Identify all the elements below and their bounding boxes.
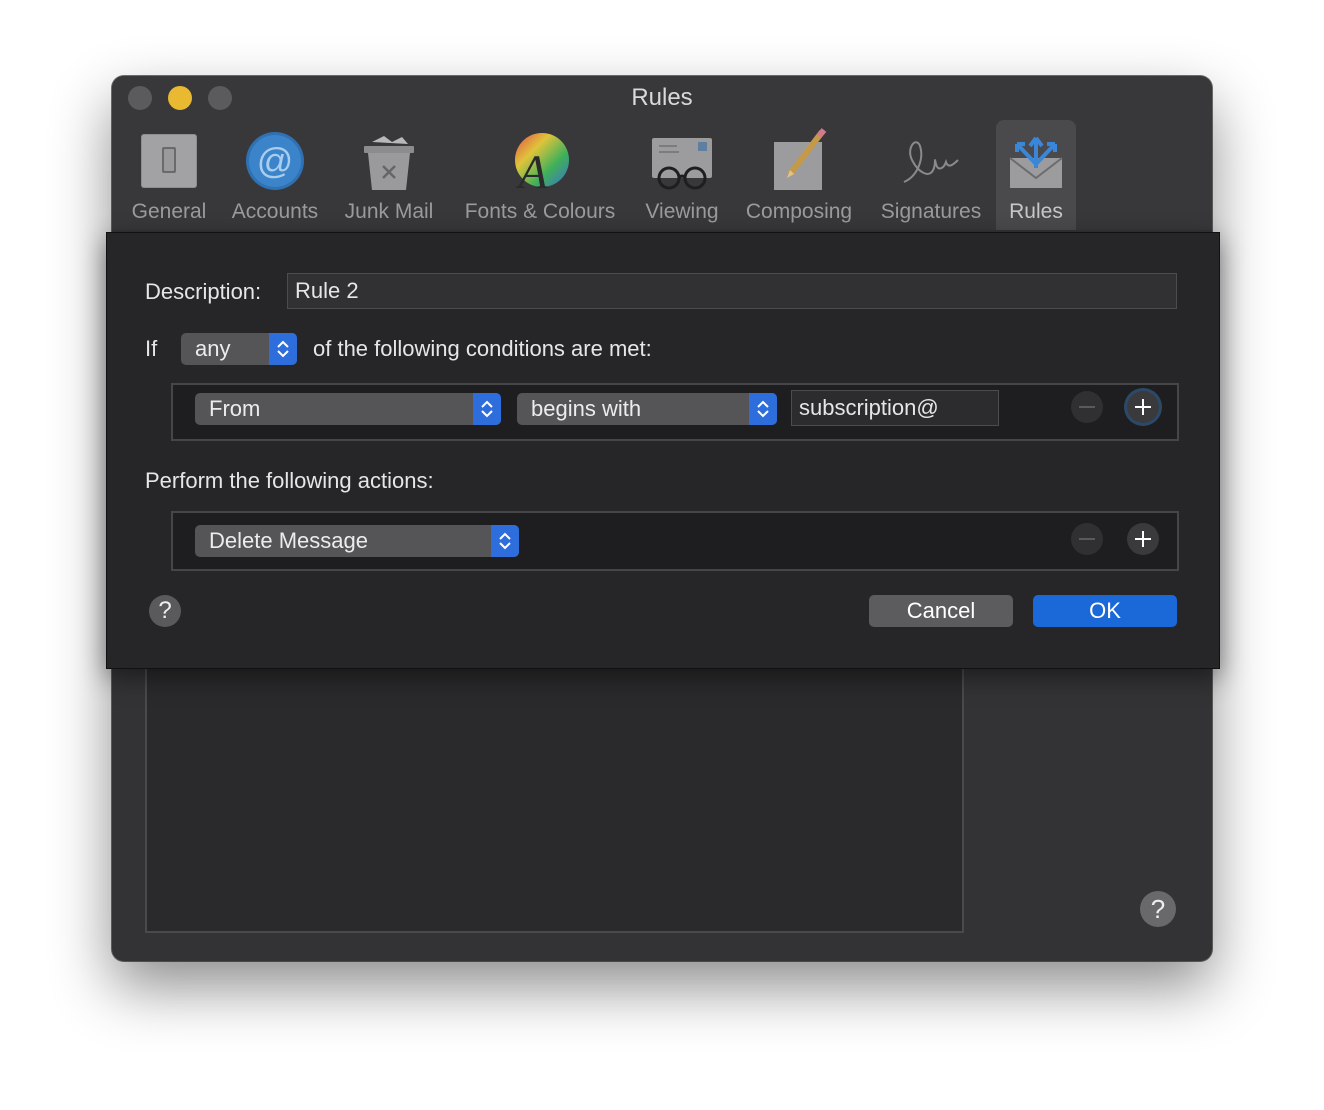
toolbar-accounts[interactable]: @ Accounts — [222, 120, 328, 230]
condition-operator-popup[interactable]: begins with — [517, 393, 777, 425]
toolbar-general[interactable]: General — [126, 120, 212, 230]
viewing-icon — [652, 138, 712, 190]
svg-text:A: A — [515, 146, 548, 194]
plus-icon — [1135, 531, 1151, 547]
general-icon — [141, 134, 197, 188]
window-title: Rules — [631, 84, 693, 111]
condition-value-field[interactable]: subscription@ — [791, 390, 999, 426]
description-field[interactable]: Rule 2 — [287, 273, 1177, 309]
popup-arrows-icon — [269, 333, 297, 365]
actions-panel: Delete Message — [171, 511, 1179, 571]
background-help-button[interactable]: ? — [1140, 891, 1176, 927]
popup-arrows-icon — [473, 393, 501, 425]
remove-condition-button[interactable] — [1071, 391, 1103, 423]
action-popup[interactable]: Delete Message — [195, 525, 519, 557]
ok-button[interactable]: OK — [1033, 595, 1177, 627]
composing-icon — [774, 128, 827, 190]
toolbar-label: Accounts — [231, 200, 319, 223]
condition-field-popup[interactable]: From — [195, 393, 501, 425]
toolbar-label: Rules — [1009, 200, 1063, 223]
title-bar: Rules General @ Accounts Junk Mail A Fon… — [112, 76, 1212, 230]
rule-edit-sheet: Description: Rule 2 If any of the follow… — [106, 232, 1220, 669]
junk-mail-icon — [364, 136, 414, 190]
add-action-button[interactable] — [1127, 523, 1159, 555]
if-label: If — [145, 336, 158, 361]
toolbar-viewing[interactable]: Viewing — [636, 120, 728, 230]
popup-arrows-icon — [749, 393, 777, 425]
help-button[interactable]: ? — [149, 595, 181, 627]
toolbar-label: Fonts & Colours — [464, 200, 616, 223]
conditions-panel: From begins with subscription@ — [171, 383, 1179, 441]
toolbar-fonts-colours[interactable]: A Fonts & Colours — [452, 120, 628, 230]
action-value: Delete Message — [209, 528, 368, 553]
condition-operator-value: begins with — [531, 396, 642, 421]
match-mode-value: any — [195, 336, 231, 361]
toolbar-label: Viewing — [645, 200, 719, 223]
toolbar-composing[interactable]: Composing — [736, 120, 862, 230]
toolbar-label: Junk Mail — [344, 200, 434, 223]
popup-arrows-icon — [491, 525, 519, 557]
description-label: Description: — [145, 279, 262, 304]
actions-label: Perform the following actions: — [145, 468, 434, 493]
toolbar-junk-mail[interactable]: Junk Mail — [336, 120, 442, 230]
add-condition-button[interactable] — [1127, 391, 1159, 423]
match-mode-popup[interactable]: any — [181, 333, 297, 365]
accounts-icon: @ — [246, 132, 304, 190]
plus-icon — [1135, 399, 1151, 415]
toolbar-signatures[interactable]: Signatures — [870, 120, 992, 230]
toolbar-label: Signatures — [880, 200, 982, 223]
cancel-button[interactable]: Cancel — [869, 595, 1013, 627]
fonts-colours-icon: A — [515, 133, 569, 194]
condition-field-value: From — [209, 396, 261, 421]
remove-action-button[interactable] — [1071, 523, 1103, 555]
conditions-suffix-label: of the following conditions are met: — [313, 336, 652, 361]
rules-icon — [1009, 136, 1063, 188]
toolbar-label: Composing — [745, 200, 853, 223]
rules-list[interactable] — [145, 661, 964, 933]
minus-icon — [1079, 406, 1095, 408]
minus-icon — [1079, 538, 1095, 540]
toolbar-rules[interactable]: Rules — [996, 120, 1076, 230]
signatures-icon — [903, 141, 959, 183]
svg-text:@: @ — [257, 140, 294, 181]
toolbar-label: General — [131, 200, 207, 223]
